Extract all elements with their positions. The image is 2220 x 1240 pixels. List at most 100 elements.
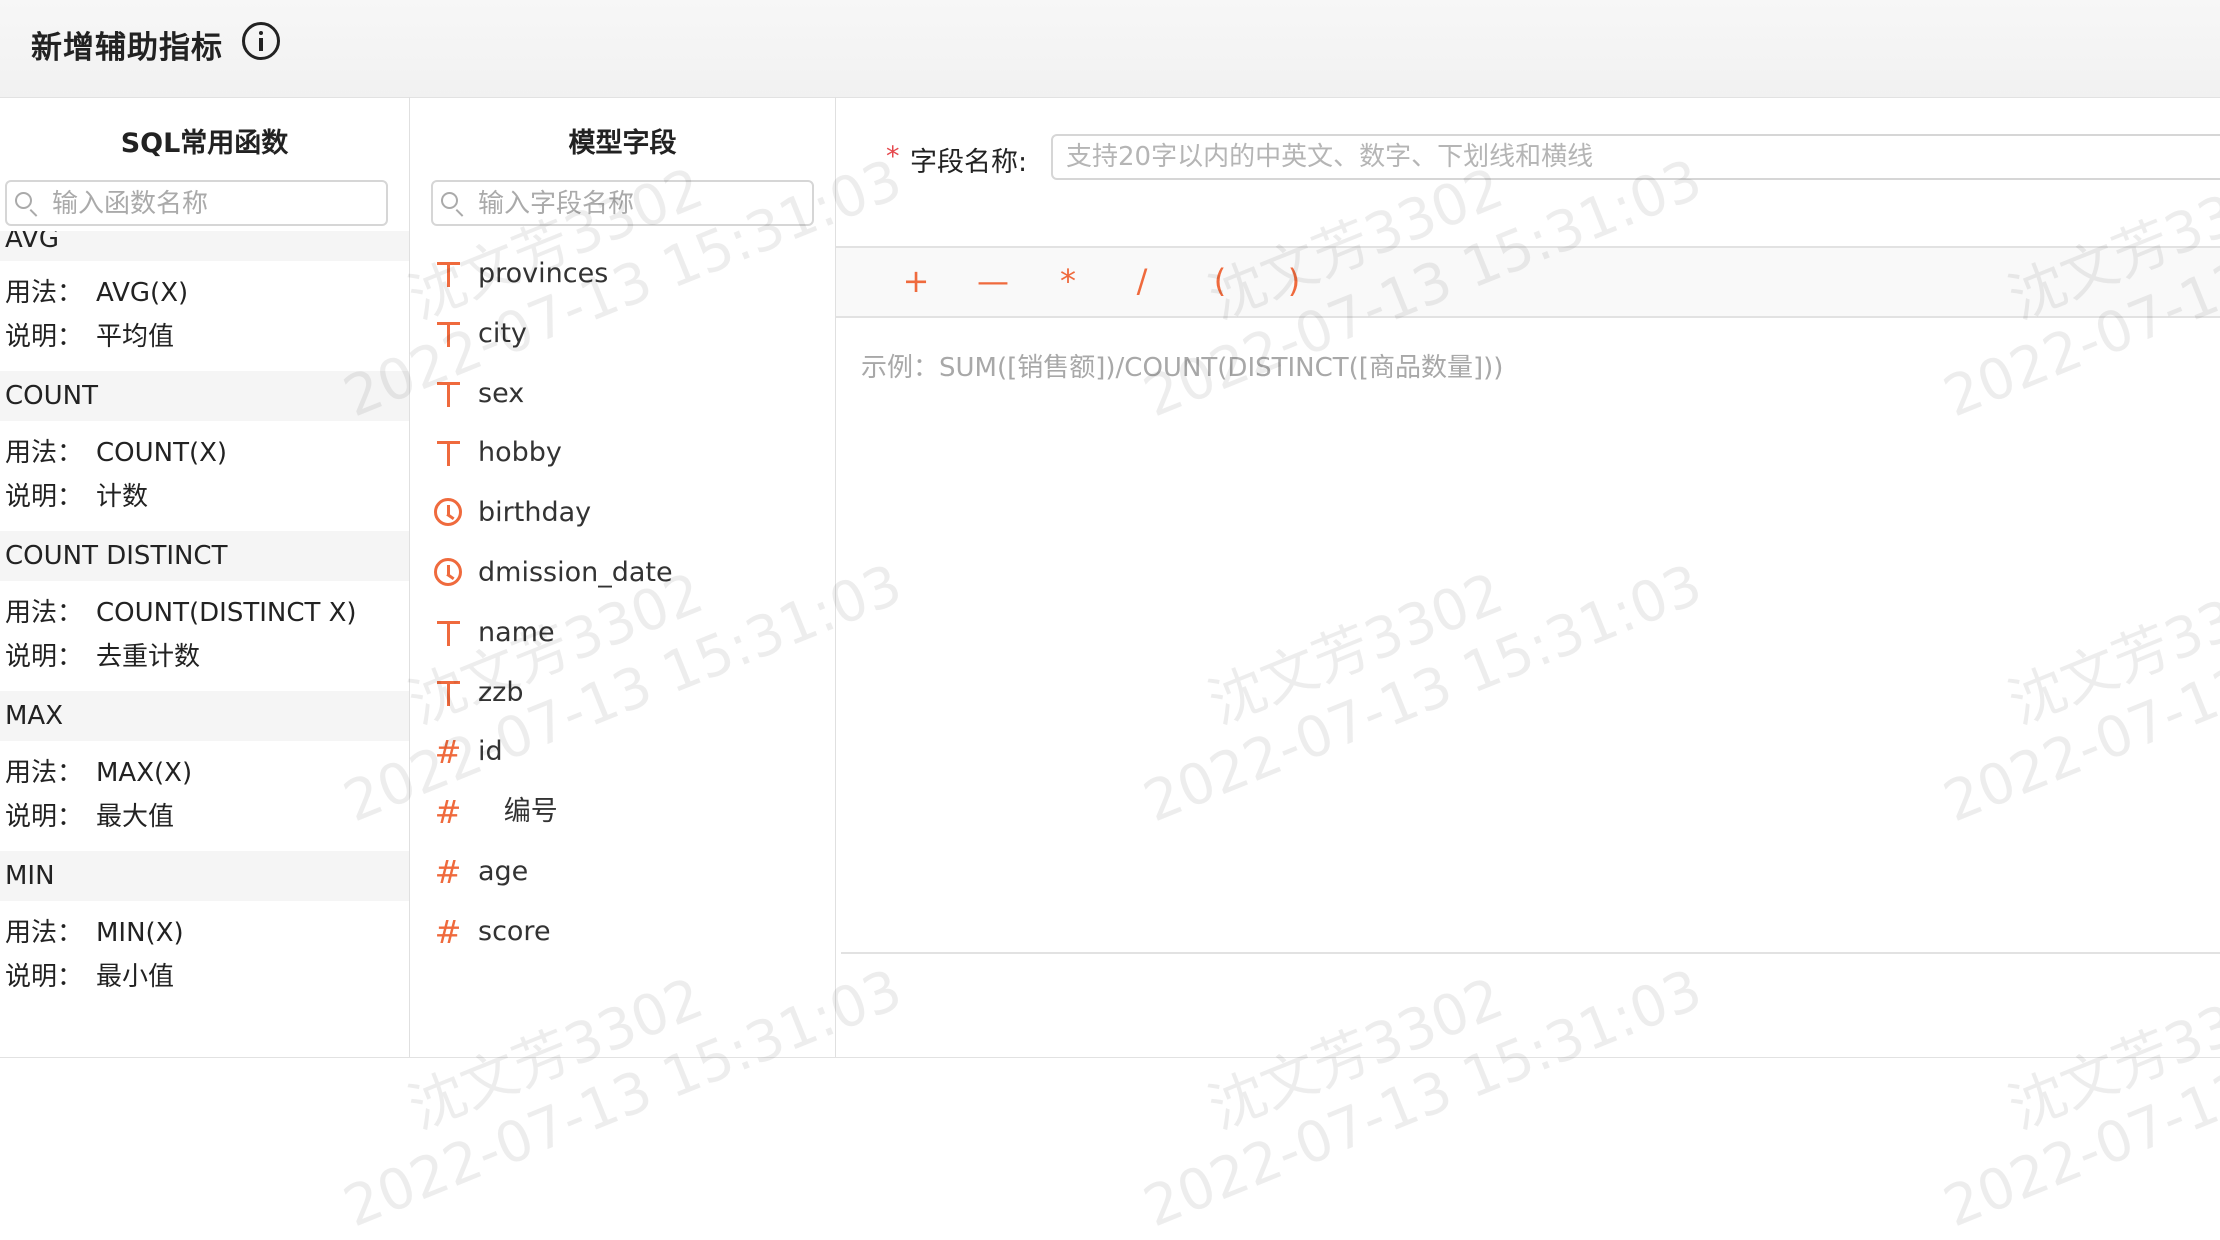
usage-value: COUNT(X) xyxy=(96,438,228,468)
hash-icon: # xyxy=(434,733,462,772)
description-key: 说明： xyxy=(5,322,84,352)
function-name[interactable]: MAX xyxy=(0,691,409,741)
usage-value: AVG(X) xyxy=(96,278,189,308)
description-key: 说明： xyxy=(5,962,84,992)
function-name[interactable]: COUNT xyxy=(0,371,409,421)
usage-key: 用法： xyxy=(5,758,84,788)
hash-icon: # xyxy=(434,793,462,832)
field-item[interactable]: # score xyxy=(410,907,835,967)
description-value: 计数 xyxy=(96,482,149,512)
field-item[interactable]: birthday xyxy=(410,488,835,548)
field-list: provinces city sex hobby birthday dmission_da… xyxy=(410,249,835,967)
function-usage: 用法： AVG(X) xyxy=(0,271,409,315)
function-item[interactable]: COUNT 用法： COUNT(X) 说明： 计数 xyxy=(0,371,409,531)
function-description: 说明： 平均值 xyxy=(0,315,409,359)
text-type-icon xyxy=(433,678,463,708)
description-value: 平均值 xyxy=(96,322,175,352)
function-name[interactable]: MIN xyxy=(0,851,409,901)
hash-icon: # xyxy=(434,852,462,891)
function-description: 说明： 最小值 xyxy=(0,955,409,999)
right-paren-button[interactable]: ) xyxy=(1272,258,1316,304)
divider xyxy=(0,1057,2220,1058)
field-item[interactable]: provinces xyxy=(410,249,835,309)
divider xyxy=(836,316,2220,318)
fields-panel-title: 模型字段 xyxy=(568,128,677,159)
description-key: 说明： xyxy=(5,802,84,832)
function-item[interactable]: MAX 用法： MAX(X) 说明： 最大值 xyxy=(0,691,409,851)
function-description: 说明： 最大值 xyxy=(0,795,409,839)
field-item[interactable]: city xyxy=(410,309,835,369)
function-item[interactable]: MIN 用法： MIN(X) 说明： 最小值 xyxy=(0,851,409,1011)
field-search-box[interactable] xyxy=(431,180,814,226)
field-item[interactable]: name xyxy=(410,608,835,668)
clock-icon xyxy=(434,498,462,527)
function-details: 用法： MIN(X) 说明： 最小值 xyxy=(0,901,409,1011)
field-label[interactable]: age xyxy=(478,847,528,897)
usage-key: 用法： xyxy=(5,598,84,628)
info-circle-icon[interactable] xyxy=(242,22,280,60)
function-details: 用法： MAX(X) 说明： 最大值 xyxy=(0,741,409,851)
minus-button[interactable]: — xyxy=(971,258,1015,304)
usage-value: MAX(X) xyxy=(96,758,193,788)
field-item[interactable]: # age xyxy=(410,847,835,907)
field-name-label: 字段名称: xyxy=(910,147,1028,178)
text-type-icon xyxy=(433,259,463,289)
field-label[interactable]: provinces xyxy=(478,249,608,299)
function-description: 说明： 去重计数 xyxy=(0,635,409,679)
field-label[interactable]: id xyxy=(478,727,503,777)
field-item[interactable]: # 编号 xyxy=(410,787,835,847)
multiply-button[interactable]: * xyxy=(1046,258,1090,304)
field-name-input[interactable] xyxy=(1051,134,2220,180)
field-item[interactable]: hobby xyxy=(410,428,835,488)
function-search-input[interactable] xyxy=(50,182,384,226)
field-label[interactable]: hobby xyxy=(478,428,562,478)
description-value: 最小值 xyxy=(96,962,175,992)
dialog-header: 新增辅助指标 xyxy=(0,0,2220,98)
field-label[interactable]: score xyxy=(478,907,551,957)
description-key: 说明： xyxy=(5,482,84,512)
field-label[interactable]: city xyxy=(478,309,527,359)
field-label[interactable]: birthday xyxy=(478,488,591,538)
field-label[interactable]: zzb xyxy=(478,668,523,718)
search-icon xyxy=(441,192,458,209)
hash-icon: # xyxy=(434,912,462,951)
field-label[interactable]: dmission_date xyxy=(478,548,673,598)
usage-key: 用法： xyxy=(5,918,84,948)
description-value: 去重计数 xyxy=(96,642,201,672)
field-search-input[interactable] xyxy=(476,182,810,226)
field-item[interactable]: zzb xyxy=(410,668,835,728)
plus-button[interactable]: + xyxy=(894,258,938,304)
function-details: 用法： COUNT(DISTINCT X) 说明： 去重计数 xyxy=(0,581,409,691)
function-usage: 用法： MIN(X) xyxy=(0,911,409,955)
usage-value: COUNT(DISTINCT X) xyxy=(96,598,357,628)
text-type-icon xyxy=(433,438,463,468)
function-name[interactable]: COUNT DISTINCT xyxy=(0,531,409,581)
field-label[interactable]: name xyxy=(478,608,555,658)
text-type-icon xyxy=(433,618,463,648)
function-usage: 用法： COUNT(DISTINCT X) xyxy=(0,591,409,635)
field-label[interactable]: sex xyxy=(478,369,524,419)
field-item[interactable]: dmission_date xyxy=(410,548,835,608)
model-fields-panel: 模型字段 provinces city sex hobby birthday dmissi… xyxy=(410,97,836,1057)
required-mark: * xyxy=(886,141,900,172)
functions-panel-title: SQL常用函数 xyxy=(120,128,289,159)
usage-key: 用法： xyxy=(5,438,84,468)
formula-example-hint[interactable]: 示例：SUM([销售额])/COUNT(DISTINCT([商品数量])) xyxy=(861,347,1503,384)
usage-key: 用法： xyxy=(5,278,84,308)
usage-value: MIN(X) xyxy=(96,918,184,948)
field-label[interactable]: 编号 xyxy=(478,787,558,837)
function-item[interactable]: COUNT DISTINCT 用法： COUNT(DISTINCT X) 说明： 去重计… xyxy=(0,531,409,691)
function-list: AVG 用法： AVG(X) 说明： 平均值 COUNT 用法： COUNT(X) 说明： 计数 C… xyxy=(0,231,409,1011)
text-type-icon xyxy=(433,319,463,349)
operator-toolbar: + — * / () xyxy=(836,248,2220,316)
divide-button[interactable]: / xyxy=(1120,258,1164,304)
left-paren-button[interactable]: ( xyxy=(1198,258,1242,304)
formula-editor-panel: * 字段名称: + — * / () 示例：SUM([销售额])/COUNT(DISTI… xyxy=(836,97,2220,1057)
function-item[interactable]: AVG 用法： AVG(X) 说明： 平均值 xyxy=(0,231,409,371)
function-description: 说明： 计数 xyxy=(0,475,409,519)
field-item[interactable]: # id xyxy=(410,727,835,787)
function-name[interactable]: AVG xyxy=(0,231,409,261)
function-details: 用法： COUNT(X) 说明： 计数 xyxy=(0,421,409,531)
function-search-box[interactable] xyxy=(5,180,388,226)
field-item[interactable]: sex xyxy=(410,369,835,429)
